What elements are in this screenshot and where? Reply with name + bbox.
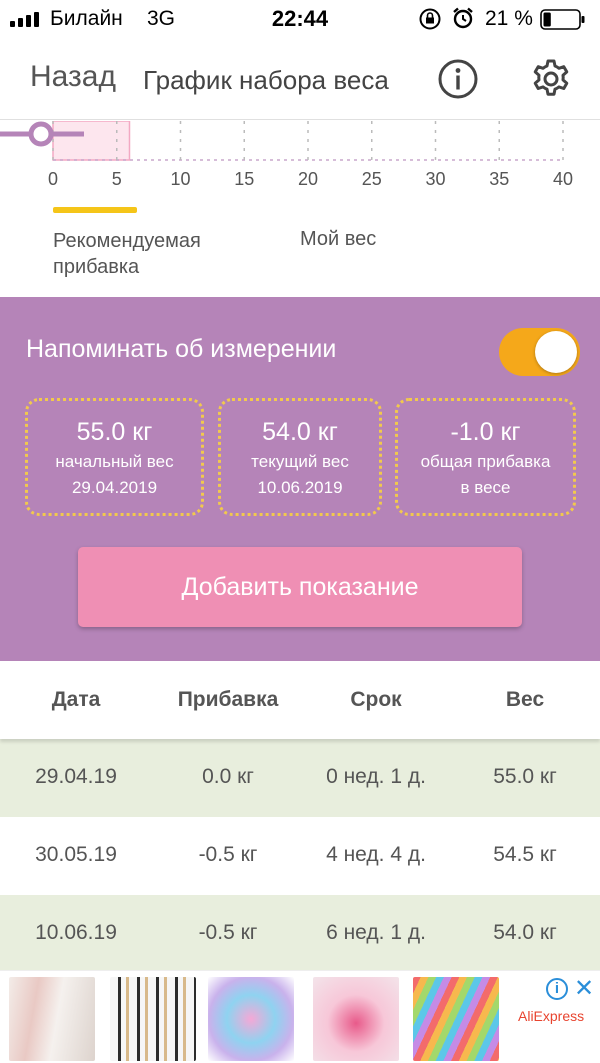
cell-term: 0 нед. 1 д. — [326, 765, 426, 788]
back-button[interactable]: Назад — [30, 60, 116, 94]
battery-icon — [540, 9, 585, 30]
ad-close-icon[interactable]: ✕ — [574, 974, 594, 1003]
gear-icon[interactable] — [529, 57, 573, 101]
table-header: Дата Прибавка Срок Вес — [0, 661, 600, 739]
stat-current-weight: 54.0 кг текущий вес 10.06.2019 — [218, 398, 382, 516]
column-header-term: Срок — [350, 688, 402, 711]
summary-panel: Напоминать об измерении 55.0 кг начальны… — [0, 297, 600, 661]
ad-brand-label: AliExpress — [518, 1008, 585, 1024]
stat-label: начальный вес — [55, 452, 174, 471]
legend-recommended-label: Рекомендуемая прибавка — [53, 230, 201, 278]
info-icon[interactable] — [437, 58, 479, 100]
cell-weight: 54.0 кг — [493, 921, 557, 944]
cell-weight: 54.5 кг — [493, 843, 557, 866]
ad-info-icon[interactable]: i — [546, 978, 568, 1000]
ad-banner[interactable]: i ✕ AliExpress — [0, 970, 600, 1063]
column-header-gain: Прибавка — [177, 688, 279, 711]
legend-recommended-swatch — [53, 207, 137, 213]
add-measurement-button[interactable]: Добавить показание — [78, 547, 522, 627]
stat-label: общая прибавка — [420, 452, 551, 471]
reminder-toggle[interactable] — [499, 328, 580, 376]
alarm-icon — [453, 7, 473, 29]
weight-chart: 051015202530354020 Рекомендуемая прибавк… — [0, 121, 600, 297]
stat-start-weight: 55.0 кг начальный вес 29.04.2019 — [25, 398, 204, 516]
stat-label: текущий вес — [251, 452, 349, 471]
ad-product-tshirt-image[interactable] — [313, 977, 399, 1061]
column-header-weight: Вес — [505, 688, 545, 711]
stat-total-gain: -1.0 кг общая прибавка в весе — [395, 398, 576, 516]
ad-product-pens-image[interactable] — [9, 977, 95, 1061]
cell-gain: -0.5 кг — [198, 843, 258, 866]
x-tick-label: 5 — [112, 169, 122, 189]
stat-sub: 10.06.2019 — [257, 478, 343, 497]
page-title: График набора веса — [143, 65, 389, 95]
stat-value: 54.0 кг — [262, 418, 338, 446]
stat-sub: 29.04.2019 — [71, 478, 158, 497]
x-tick-label: 25 — [362, 169, 382, 189]
cell-term: 6 нед. 1 д. — [326, 921, 426, 944]
toggle-knob — [535, 331, 577, 373]
cell-gain: -0.5 кг — [198, 921, 258, 944]
ad-product-slime-image[interactable] — [208, 977, 294, 1061]
cell-date: 10.06.19 — [35, 921, 117, 944]
table-row[interactable]: 30.05.19 -0.5 кг 4 нед. 4 д. 54.5 кг — [0, 817, 600, 895]
table-row[interactable]: 10.06.19 -0.5 кг 6 нед. 1 д. 54.0 кг — [0, 895, 600, 973]
column-header-date: Дата — [51, 688, 101, 711]
battery-percent: 21 % — [485, 7, 533, 30]
ad-product-pens-image[interactable] — [110, 977, 196, 1061]
reminder-label: Напоминать об измерении — [26, 335, 337, 363]
navigation-bar: Назад График набора веса — [0, 40, 600, 120]
x-tick-label: 15 — [234, 169, 254, 189]
legend-my-weight-swatch — [0, 121, 84, 147]
x-tick-label: 10 — [170, 169, 190, 189]
chart-plot: 051015202530354020 — [10, 121, 573, 189]
x-tick-label: 20 — [298, 169, 318, 189]
cell-date: 29.04.19 — [35, 765, 117, 788]
ad-product-markers-image[interactable] — [413, 977, 499, 1061]
cell-date: 30.05.19 — [35, 843, 117, 866]
x-tick-label: 0 — [48, 169, 58, 189]
rotation-lock-icon — [419, 8, 441, 30]
status-bar: Билайн 3G 22:44 21 % — [0, 0, 600, 40]
table-row[interactable]: 29.04.19 0.0 кг 0 нед. 1 д. 55.0 кг — [0, 739, 600, 817]
x-tick-label: 30 — [425, 169, 445, 189]
cell-weight: 55.0 кг — [493, 765, 557, 788]
cell-term: 4 нед. 4 д. — [326, 843, 426, 866]
stat-value: 55.0 кг — [76, 418, 153, 446]
x-tick-label: 35 — [489, 169, 509, 189]
legend-my-weight-label: Мой вес — [300, 228, 377, 250]
stat-value: -1.0 кг — [450, 418, 521, 446]
cell-gain: 0.0 кг — [202, 765, 254, 788]
x-tick-label: 40 — [553, 169, 573, 189]
stat-sub: в весе — [460, 478, 511, 497]
